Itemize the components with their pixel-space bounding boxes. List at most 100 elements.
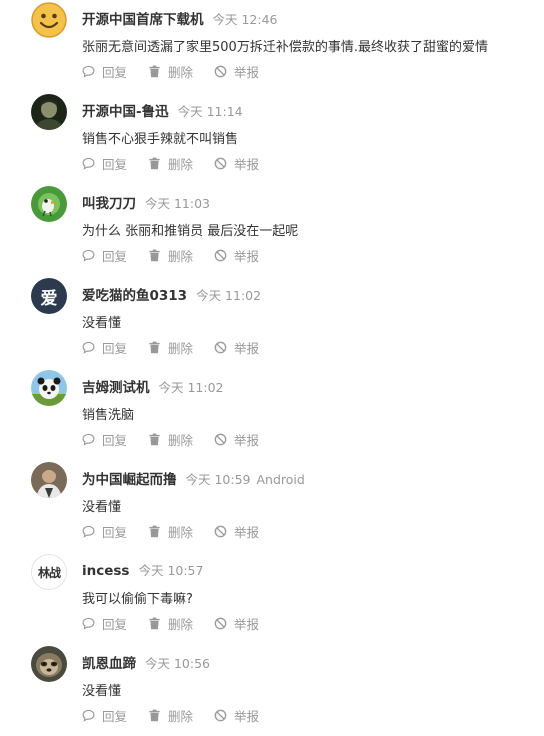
trash-icon xyxy=(149,709,160,721)
report-label: 举报 xyxy=(234,524,260,540)
comment-time: 今天 12:46 xyxy=(212,12,278,27)
comment-time: 今天 11:02 xyxy=(158,380,224,395)
comment-actions: 回复 删除 举报 xyxy=(82,614,259,632)
report-button[interactable]: 举报 xyxy=(214,62,259,81)
comment-author[interactable]: 开源中国-鲁迅 xyxy=(82,100,169,120)
report-label: 举报 xyxy=(234,64,260,80)
reply-button[interactable]: 回复 xyxy=(82,338,127,357)
delete-label: 删除 xyxy=(168,156,194,172)
reply-icon xyxy=(82,525,95,538)
comment-text: 张丽无意间透漏了家里500万拆迁补偿款的事情.最终收获了甜蜜的爱情 xyxy=(82,40,488,55)
report-label: 举报 xyxy=(234,340,260,356)
comment-text: 我可以偷偷下毒嘛? xyxy=(82,592,193,607)
comment-actions: 回复 删除 举报 xyxy=(82,62,259,80)
delete-label: 删除 xyxy=(168,432,194,448)
comment-time: 今天 11:14 xyxy=(177,104,243,119)
delete-label: 删除 xyxy=(168,248,194,264)
photo-icon[interactable] xyxy=(31,94,67,130)
reply-label: 回复 xyxy=(102,616,128,632)
reply-button[interactable]: 回复 xyxy=(82,154,127,173)
reply-icon xyxy=(82,341,95,354)
comment-device: Android xyxy=(256,472,305,487)
trash-icon xyxy=(149,157,160,169)
delete-button[interactable]: 删除 xyxy=(148,246,193,265)
reply-icon xyxy=(82,157,95,170)
delete-label: 删除 xyxy=(168,708,194,724)
comment-list: 开源中国首席下载机 今天 12:46 张丽无意间透漏了家里500万拆迁补偿款的事… xyxy=(0,0,544,736)
comment-item: 吉姆测试机 今天 11:02 销售洗脑 回复 删除 举报 xyxy=(0,368,544,460)
comment-text: 销售洗脑 xyxy=(82,408,135,423)
comment-item: 叫我刀刀 今天 11:03 为什么 张丽和推销员 最后没在一起呢 回复 删除 举… xyxy=(0,184,544,276)
report-label: 举报 xyxy=(234,616,260,632)
avatar-text: 林战 xyxy=(37,565,61,580)
delete-button[interactable]: 删除 xyxy=(148,522,193,541)
report-button[interactable]: 举报 xyxy=(214,522,259,541)
photo-icon[interactable] xyxy=(31,462,67,498)
smiley-icon[interactable] xyxy=(31,2,67,38)
report-button[interactable]: 举报 xyxy=(214,706,259,725)
comment-author[interactable]: 吉姆测试机 xyxy=(82,376,150,396)
comment-time: 今天 10:56 xyxy=(145,656,210,671)
report-label: 举报 xyxy=(234,156,260,172)
reply-button[interactable]: 回复 xyxy=(82,522,127,541)
reply-button[interactable]: 回复 xyxy=(82,706,127,725)
comment-author[interactable]: 凯恩血蹄 xyxy=(82,652,136,672)
delete-button[interactable]: 删除 xyxy=(148,338,193,357)
delete-button[interactable]: 删除 xyxy=(148,430,193,449)
reply-label: 回复 xyxy=(102,524,128,540)
ban-icon xyxy=(214,617,227,629)
ban-icon xyxy=(214,341,227,353)
comment-text: 没看懂 xyxy=(82,684,122,699)
comment-item: 开源中国首席下载机 今天 12:46 张丽无意间透漏了家里500万拆迁补偿款的事… xyxy=(0,0,544,92)
calligraphy-avatar[interactable]: 林战 xyxy=(31,554,67,590)
ban-icon xyxy=(214,433,227,445)
bird-icon[interactable] xyxy=(31,186,67,222)
delete-button[interactable]: 删除 xyxy=(148,62,193,81)
sloth-icon[interactable] xyxy=(31,646,67,682)
reply-label: 回复 xyxy=(102,248,128,264)
trash-icon xyxy=(149,249,160,261)
reply-label: 回复 xyxy=(102,340,128,356)
report-button[interactable]: 举报 xyxy=(214,614,259,633)
delete-label: 删除 xyxy=(168,64,194,80)
delete-button[interactable]: 删除 xyxy=(148,154,193,173)
delete-button[interactable]: 删除 xyxy=(148,614,193,633)
reply-label: 回复 xyxy=(102,708,128,724)
delete-label: 删除 xyxy=(168,524,194,540)
report-button[interactable]: 举报 xyxy=(214,246,259,265)
delete-label: 删除 xyxy=(168,616,194,632)
reply-label: 回复 xyxy=(102,432,128,448)
comment-time: 今天 11:02 xyxy=(196,288,262,303)
reply-label: 回复 xyxy=(102,156,128,172)
letter-avatar[interactable]: 爱 xyxy=(31,278,67,314)
reply-button[interactable]: 回复 xyxy=(82,430,127,449)
comment-item: 为中国崛起而撸 今天 10:59 Android 没看懂 回复 删除 举报 xyxy=(0,460,544,552)
reply-icon xyxy=(82,709,95,722)
panda-icon[interactable] xyxy=(31,370,67,406)
comment-item: 林战 incess 今天 10:57 我可以偷偷下毒嘛? 回复 删除 举报 xyxy=(0,552,544,644)
comment-text: 为什么 张丽和推销员 最后没在一起呢 xyxy=(82,224,299,239)
reply-icon xyxy=(82,65,95,78)
report-label: 举报 xyxy=(234,248,260,264)
reply-button[interactable]: 回复 xyxy=(82,614,127,633)
report-button[interactable]: 举报 xyxy=(214,430,259,449)
delete-button[interactable]: 删除 xyxy=(148,706,193,725)
report-button[interactable]: 举报 xyxy=(214,338,259,357)
trash-icon xyxy=(149,617,160,629)
comment-actions: 回复 删除 举报 xyxy=(82,430,259,448)
comment-author[interactable]: 叫我刀刀 xyxy=(82,192,136,212)
report-button[interactable]: 举报 xyxy=(214,154,259,173)
comment-actions: 回复 删除 举报 xyxy=(82,154,259,172)
comment-author[interactable]: incess xyxy=(82,563,129,579)
trash-icon xyxy=(149,341,160,353)
ban-icon xyxy=(214,157,227,169)
report-label: 举报 xyxy=(234,708,260,724)
comment-author[interactable]: 开源中国首席下载机 xyxy=(82,8,204,28)
reply-button[interactable]: 回复 xyxy=(82,246,127,265)
ban-icon xyxy=(214,709,227,721)
reply-button[interactable]: 回复 xyxy=(82,62,127,81)
comment-text: 销售不心狠手辣就不叫销售 xyxy=(82,132,239,147)
comment-author[interactable]: 为中国崛起而撸 xyxy=(82,468,177,488)
comment-author[interactable]: 爱吃猫的鱼0313 xyxy=(82,284,187,304)
comment-time: 今天 10:59 xyxy=(185,472,251,487)
